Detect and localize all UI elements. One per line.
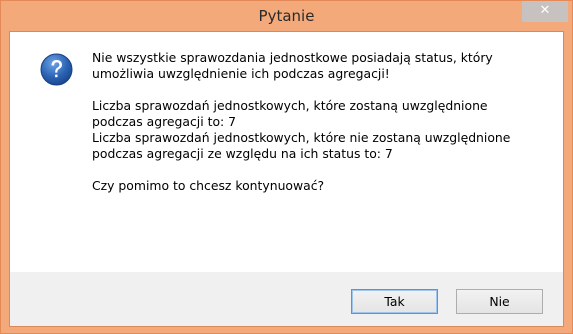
no-button[interactable]: Nie [456,289,543,314]
close-button[interactable]: ✕ [522,1,568,22]
message-line: Liczba sprawozdań jednostkowych, które n… [92,130,511,145]
message-text: Nie wszystkie sprawozdania jednostkowe p… [92,50,552,194]
message-line: podczas agregacji ze względu na ich stat… [92,146,393,161]
dialog-window: Pytanie ✕ Nie wszystkie sprawozdania jed… [0,0,573,334]
dialog-title: Pytanie [258,7,315,25]
message-line: Liczba sprawozdań jednostkowych, które z… [92,98,488,113]
message-line: Czy pomimo to chcesz kontynuować? [92,178,325,193]
message-line: umożliwia uwzględnienie ich podczas agre… [92,66,390,81]
close-icon: ✕ [539,3,551,18]
message-line: Nie wszystkie sprawozdania jednostkowe p… [92,50,493,65]
question-icon [40,53,73,86]
message-line: podczas agregacji to: 7 [92,114,237,129]
yes-button[interactable]: Tak [351,289,438,314]
title-bar[interactable]: Pytanie ✕ [1,1,572,31]
